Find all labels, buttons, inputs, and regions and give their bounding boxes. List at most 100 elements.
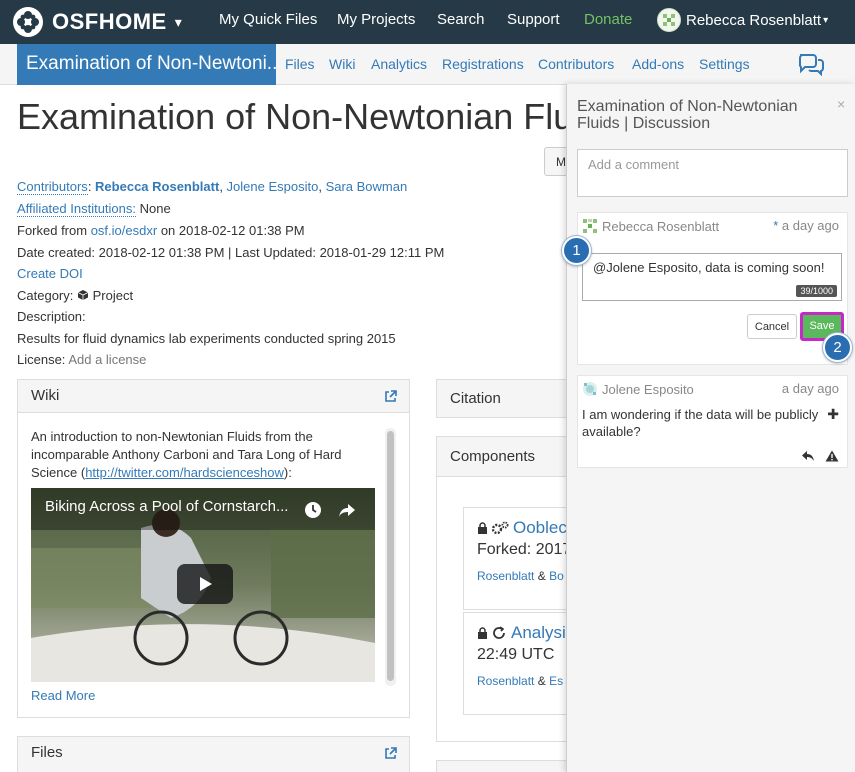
category-label: Category:	[17, 288, 74, 303]
comment-author-name[interactable]: Jolene Esposito	[602, 382, 694, 397]
forked-line: Forked from osf.io/esdxr on 2018-02-12 0…	[17, 223, 305, 238]
nav-my-projects[interactable]: My Projects	[337, 11, 415, 28]
chevron-down-icon: ▾	[174, 13, 182, 30]
add-license-link[interactable]: Add a license	[68, 352, 146, 367]
project-navbar: Examination of Non-Newtoni... Files Wiki…	[0, 44, 855, 85]
edit-comment-value: @Jolene Esposito, data is coming soon!	[593, 260, 825, 275]
page-title: Examination of Non-Newtonian Fluids	[17, 96, 620, 137]
cogs-icon	[491, 521, 509, 535]
discussion-panel: Examination of Non-Newtonian Fluids | Di…	[566, 84, 855, 772]
author-link[interactable]: Es	[549, 674, 563, 688]
wiki-content: An introduction to non-Newtonian Fluids …	[31, 428, 361, 482]
tab-contributors[interactable]: Contributors	[538, 56, 614, 72]
comment-timestamp: a day ago	[781, 381, 839, 396]
play-icon[interactable]	[177, 564, 233, 604]
reply-icon[interactable]	[801, 450, 815, 462]
contributor-link[interactable]: Jolene Esposito	[227, 179, 319, 194]
component-title-row: Oobleck	[477, 518, 575, 538]
edit-comment-input[interactable]: @Jolene Esposito, data is coming soon! 3…	[582, 253, 842, 301]
comment-author: Jolene Esposito	[582, 381, 694, 397]
tab-files[interactable]: Files	[285, 56, 315, 72]
tab-add-ons[interactable]: Add-ons	[632, 56, 684, 72]
comment-body: I am wondering if the data will be publi…	[582, 407, 819, 439]
avatar	[657, 8, 681, 32]
external-link-icon[interactable]	[384, 747, 397, 764]
create-doi-link[interactable]: Create DOI	[17, 266, 83, 281]
avatar	[583, 219, 597, 233]
component-date: 22:49 UTC	[477, 646, 555, 663]
osf-home-menu[interactable]: OSFHOME ▾	[12, 6, 182, 38]
contributors-label[interactable]: Contributors	[17, 179, 88, 195]
video-embed[interactable]: Biking Across a Pool of Cornstarch...	[31, 488, 375, 682]
chevron-down-icon: ▾	[823, 14, 829, 26]
video-title[interactable]: Biking Across a Pool of Cornstarch...	[45, 498, 288, 515]
discussion-title: Examination of Non-Newtonian Fluids | Di…	[577, 98, 798, 132]
description-text: Results for fluid dynamics lab experimen…	[17, 331, 396, 346]
step-badge-1: 1	[562, 236, 591, 265]
scrollbar-thumb[interactable]	[387, 431, 394, 681]
files-heading-text: Files	[31, 744, 63, 761]
affiliated-line: Affiliated Institutions: None	[17, 201, 171, 217]
wiki-scrollbar[interactable]	[385, 428, 396, 686]
tab-settings[interactable]: Settings	[699, 56, 750, 72]
wiki-panel: Wiki An introduction to non-Newtonian Fl…	[17, 379, 410, 718]
author-link[interactable]: Rosenblatt	[477, 674, 534, 688]
affiliated-label[interactable]: Affiliated Institutions:	[17, 201, 136, 217]
read-more-link[interactable]: Read More	[31, 688, 95, 703]
report-warning-icon[interactable]	[825, 450, 839, 462]
add-comment-input[interactable]: Add a comment	[577, 149, 848, 197]
components-heading: Components	[437, 437, 575, 477]
comments-icon[interactable]	[797, 52, 825, 79]
tab-analytics[interactable]: Analytics	[371, 56, 427, 72]
comment-time: a day ago	[781, 218, 839, 233]
user-name: Rebecca Rosenblatt	[686, 11, 822, 29]
top-navbar: OSFHOME ▾ My Quick Files My Projects Sea…	[0, 0, 855, 44]
contributor-link[interactable]: Sara Bowman	[326, 179, 408, 194]
cancel-button[interactable]: Cancel	[747, 314, 797, 339]
nav-search[interactable]: Search	[437, 11, 485, 28]
nav-my-quick-files[interactable]: My Quick Files	[219, 11, 317, 28]
expand-icon[interactable]: ✚	[827, 406, 839, 423]
refresh-icon	[493, 626, 505, 639]
contributor-link[interactable]: Rebecca Rosenblatt	[95, 179, 219, 194]
comment-actions	[801, 450, 839, 462]
component-title-link[interactable]: Analysis	[511, 623, 574, 643]
components-panel: Components Oobleck Forked: 2017 Rosenbla…	[436, 436, 583, 742]
dates-line: Date created: 2018-02-12 01:38 PM | Last…	[17, 245, 445, 260]
tab-wiki[interactable]: Wiki	[329, 56, 355, 72]
lock-icon	[478, 626, 487, 639]
description-label: Description:	[17, 309, 86, 324]
author-link[interactable]: Bo	[549, 569, 564, 583]
external-link-icon[interactable]	[384, 390, 397, 407]
category-line: Category: Project	[17, 288, 133, 303]
author-separator: &	[537, 674, 546, 688]
comment-author: Rebecca Rosenblatt	[582, 218, 719, 234]
character-counter: 39/1000	[796, 285, 837, 297]
close-icon[interactable]: ×	[837, 96, 845, 112]
component-date: Forked: 2017	[477, 541, 572, 558]
tab-registrations[interactable]: Registrations	[442, 56, 524, 72]
nav-support[interactable]: Support	[507, 11, 560, 28]
citation-panel[interactable]: Citation	[436, 379, 576, 418]
step-badge-2: 2	[823, 333, 852, 362]
component-authors: Rosenblatt & Es	[477, 674, 563, 688]
component-authors: Rosenblatt & Bo	[477, 569, 564, 583]
cube-icon	[77, 290, 89, 300]
clock-icon[interactable]	[303, 500, 323, 523]
component-card: Oobleck Forked: 2017 Rosenblatt & Bo	[463, 507, 583, 610]
brand-name: OSFHOME	[52, 9, 167, 34]
forked-from-link[interactable]: osf.io/esdxr	[91, 223, 157, 238]
forked-prefix: Forked from	[17, 223, 88, 238]
wiki-twitter-link[interactable]: http://twitter.com/hardscienceshow	[85, 465, 284, 480]
author-separator: &	[537, 569, 546, 583]
comment-card-editing: Rebecca Rosenblatt * a day ago @Jolene E…	[577, 212, 848, 365]
author-link[interactable]: Rosenblatt	[477, 569, 534, 583]
license-line: License: Add a license	[17, 352, 146, 367]
nav-donate[interactable]: Donate	[584, 11, 632, 28]
project-nav-title[interactable]: Examination of Non-Newtoni...	[17, 44, 276, 85]
user-menu[interactable]: Rebecca Rosenblatt ▾	[657, 8, 828, 32]
share-icon[interactable]	[337, 500, 357, 523]
comment-author-name[interactable]: Rebecca Rosenblatt	[602, 219, 719, 234]
edited-marker: *	[773, 218, 779, 233]
citation-heading[interactable]: Citation	[437, 380, 575, 417]
